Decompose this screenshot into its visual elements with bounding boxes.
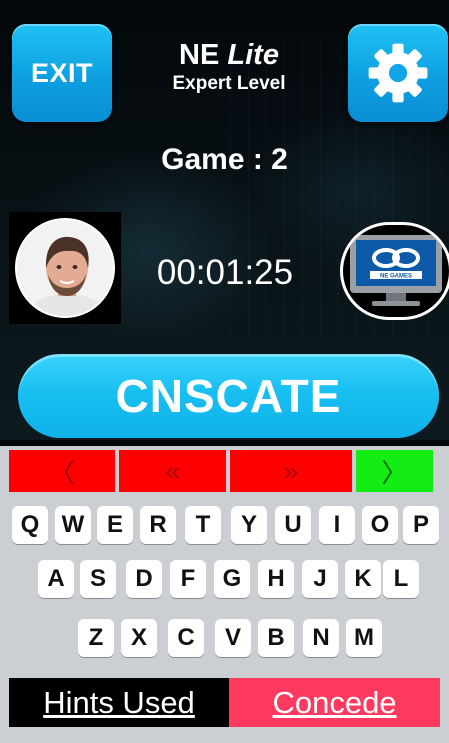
next-button[interactable]: » <box>230 450 352 492</box>
key-h[interactable]: H <box>258 560 294 598</box>
key-d[interactable]: D <box>126 560 162 598</box>
previous-button[interactable]: « <box>119 450 226 492</box>
key-p[interactable]: P <box>403 506 439 544</box>
key-a[interactable]: A <box>38 560 74 598</box>
app-title: NE Lite Expert Level <box>120 38 338 96</box>
key-o[interactable]: O <box>362 506 398 544</box>
computer-monitor-icon: NE GAMES <box>350 235 442 306</box>
exit-button[interactable]: EXIT <box>12 24 112 122</box>
key-f[interactable]: F <box>170 560 206 598</box>
key-w[interactable]: W <box>55 506 91 544</box>
level-label: Expert Level <box>172 73 286 94</box>
key-m[interactable]: M <box>346 619 382 657</box>
key-x[interactable]: X <box>121 619 157 657</box>
key-j[interactable]: J <box>302 560 338 598</box>
key-u[interactable]: U <box>275 506 311 544</box>
key-b[interactable]: B <box>258 619 294 657</box>
game-timer: 00:01:25 <box>156 253 294 292</box>
key-k[interactable]: K <box>345 560 381 598</box>
hints-used-button[interactable]: Hints Used <box>9 678 229 727</box>
key-t[interactable]: T <box>185 506 221 544</box>
concede-button[interactable]: Concede <box>229 678 440 727</box>
key-y[interactable]: Y <box>231 506 267 544</box>
title-main: NE Lite <box>120 38 338 72</box>
game-number: Game : 2 <box>161 143 288 176</box>
avatar <box>15 218 115 318</box>
key-v[interactable]: V <box>215 619 251 657</box>
title-ne: NE <box>179 39 220 71</box>
key-e[interactable]: E <box>97 506 133 544</box>
exit-label: EXIT <box>30 57 93 88</box>
last-button[interactable]: 〉 <box>356 450 433 492</box>
key-r[interactable]: R <box>140 506 176 544</box>
player-avatar-frame <box>9 212 121 324</box>
player-avatar-icon <box>17 220 113 316</box>
opponent-logo-text: NE GAMES <box>380 274 412 280</box>
gear-icon <box>368 43 428 103</box>
scrambled-word[interactable]: CNSCATE <box>18 354 439 438</box>
key-g[interactable]: G <box>214 560 250 598</box>
key-z[interactable]: Z <box>78 619 114 657</box>
first-button[interactable]: 〈 <box>9 450 115 492</box>
key-q[interactable]: Q <box>12 506 48 544</box>
key-n[interactable]: N <box>303 619 339 657</box>
settings-button[interactable] <box>348 24 448 122</box>
key-i[interactable]: I <box>319 506 355 544</box>
title-lite: Lite <box>227 39 279 71</box>
key-s[interactable]: S <box>80 560 116 598</box>
key-l[interactable]: L <box>383 560 419 598</box>
key-c[interactable]: C <box>168 619 204 657</box>
opponent-avatar: NE GAMES <box>340 222 449 320</box>
